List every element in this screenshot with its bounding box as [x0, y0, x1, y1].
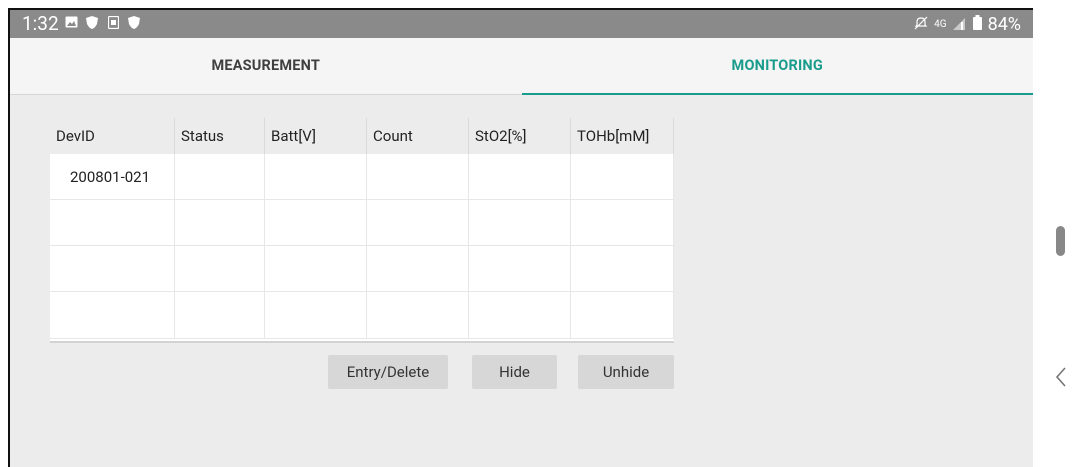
table-cell-devid[interactable]: 200801-021	[50, 154, 175, 200]
battery-icon	[972, 14, 982, 34]
table-cell-tohb[interactable]	[571, 200, 674, 246]
table-cell-count[interactable]	[367, 292, 469, 339]
tab-measurement[interactable]: MEASUREMENT	[10, 38, 522, 94]
table-cell-status[interactable]	[175, 154, 265, 200]
signal-icon	[952, 15, 967, 34]
table-cell-batt[interactable]	[265, 246, 367, 292]
entry-delete-button[interactable]: Entry/Delete	[328, 355, 448, 389]
battery-percent: 84%	[987, 13, 1021, 35]
shield-icon	[128, 16, 140, 32]
table-cell-tohb[interactable]	[571, 292, 674, 339]
table-cell-count[interactable]	[367, 200, 469, 246]
device-table: DevID Status Batt[V] Count StO2[%] TOHb[…	[50, 118, 674, 343]
table-cell-count[interactable]	[367, 154, 469, 200]
table-cell-status[interactable]	[175, 246, 265, 292]
table-cell-sto2[interactable]	[469, 292, 571, 339]
status-time: 1:32	[22, 12, 59, 35]
column-header-sto2: StO2[%]	[469, 118, 571, 154]
table-cell-sto2[interactable]	[469, 154, 571, 200]
table-cell-status[interactable]	[175, 200, 265, 246]
network-type: 4G	[934, 18, 947, 30]
table-cell-count[interactable]	[367, 246, 469, 292]
column-header-batt: Batt[V]	[265, 118, 367, 154]
column-header-devid: DevID	[50, 118, 175, 154]
tab-selected-indicator	[522, 93, 1033, 95]
status-bar: 1:32 4G 84%	[10, 10, 1033, 38]
hide-button[interactable]: Hide	[472, 355, 557, 389]
status-right: 4G 84%	[914, 13, 1021, 35]
table-cell-devid[interactable]	[50, 246, 175, 292]
table-cell-devid[interactable]	[50, 200, 175, 246]
table-cell-batt[interactable]	[265, 154, 367, 200]
tab-monitoring[interactable]: MONITORING	[522, 38, 1034, 94]
table-cell-devid[interactable]	[50, 292, 175, 339]
tab-bar: MEASUREMENT MONITORING	[10, 38, 1033, 95]
unhide-button[interactable]: Unhide	[578, 355, 674, 389]
table-cell-batt[interactable]	[265, 292, 367, 339]
scroll-handle[interactable]	[1056, 226, 1065, 256]
table-cell-status[interactable]	[175, 292, 265, 339]
table-cell-tohb[interactable]	[571, 154, 674, 200]
app-screen: 1:32 4G 84% MEASUREMENT MONITORING DevID…	[8, 8, 1033, 467]
table-cell-sto2[interactable]	[469, 246, 571, 292]
table-cell-sto2[interactable]	[469, 200, 571, 246]
gallery-icon	[65, 16, 78, 31]
column-header-status: Status	[175, 118, 265, 154]
sim-icon	[107, 15, 120, 32]
shield-icon	[86, 16, 98, 32]
column-header-tohb: TOHb[mM]	[571, 118, 674, 154]
table-cell-tohb[interactable]	[571, 246, 674, 292]
table-cell-batt[interactable]	[265, 200, 367, 246]
column-header-count: Count	[367, 118, 469, 154]
back-chevron-icon[interactable]	[1052, 364, 1070, 390]
mute-icon	[914, 15, 928, 34]
